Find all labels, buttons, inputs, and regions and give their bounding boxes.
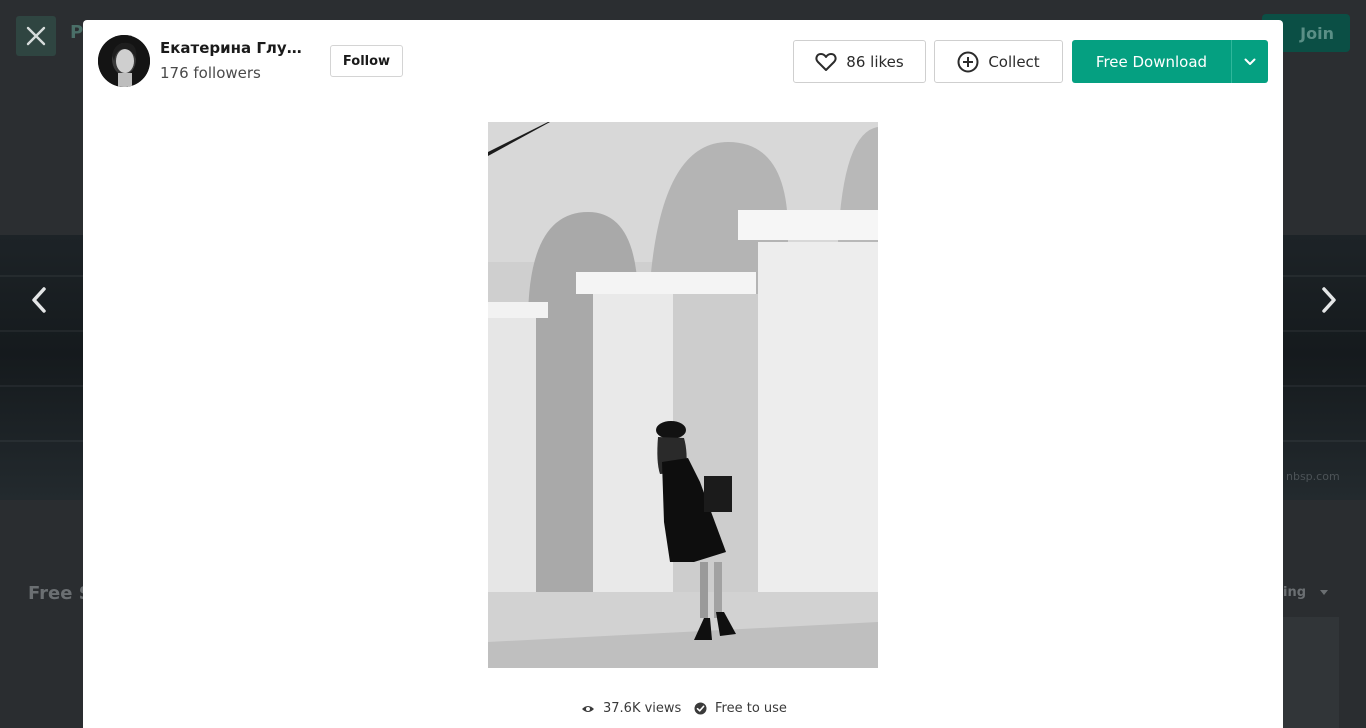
plus-circle-icon — [957, 51, 979, 72]
collect-button[interactable]: Collect — [934, 40, 1063, 83]
avatar-image — [98, 35, 150, 87]
background-sort-label: ing — [1283, 585, 1307, 600]
author-followers: 176 followers — [160, 64, 261, 82]
previous-photo-button[interactable] — [24, 285, 54, 315]
main-photo[interactable] — [488, 122, 878, 668]
license-label: Free to use — [715, 701, 787, 716]
close-button[interactable] — [16, 16, 56, 56]
caret-down-icon — [1320, 590, 1329, 595]
author-name[interactable]: Екатерина Глущ... — [160, 39, 310, 57]
license-stat[interactable]: Free to use — [694, 701, 787, 716]
like-button[interactable]: 86 likes — [793, 40, 926, 83]
views-count: 37.6K views — [603, 701, 682, 716]
background-credit: nbsp.com — [1286, 470, 1340, 483]
chevron-right-icon — [1322, 287, 1336, 313]
next-photo-button[interactable] — [1314, 285, 1344, 315]
likes-count: 86 likes — [846, 52, 904, 71]
close-icon — [26, 26, 46, 46]
author-avatar[interactable] — [98, 35, 150, 87]
download-options-button[interactable] — [1231, 40, 1268, 83]
free-download-button[interactable]: Free Download — [1072, 40, 1231, 83]
chevron-left-icon — [32, 287, 46, 313]
chevron-down-icon — [1244, 58, 1256, 65]
heart-icon — [815, 52, 837, 71]
collect-label: Collect — [988, 52, 1040, 71]
check-circle-icon — [694, 702, 707, 715]
background-photo-card — [1283, 617, 1339, 728]
follow-button[interactable]: Follow — [330, 45, 403, 77]
background-logo: P — [70, 22, 84, 43]
photo-image — [488, 122, 878, 668]
eye-icon — [582, 705, 594, 712]
photo-modal: Екатерина Глущ... 176 followers Follow 8… — [83, 20, 1283, 728]
background-sort-dropdown: ing — [1283, 585, 1329, 600]
views-stat: 37.6K views — [581, 701, 681, 716]
